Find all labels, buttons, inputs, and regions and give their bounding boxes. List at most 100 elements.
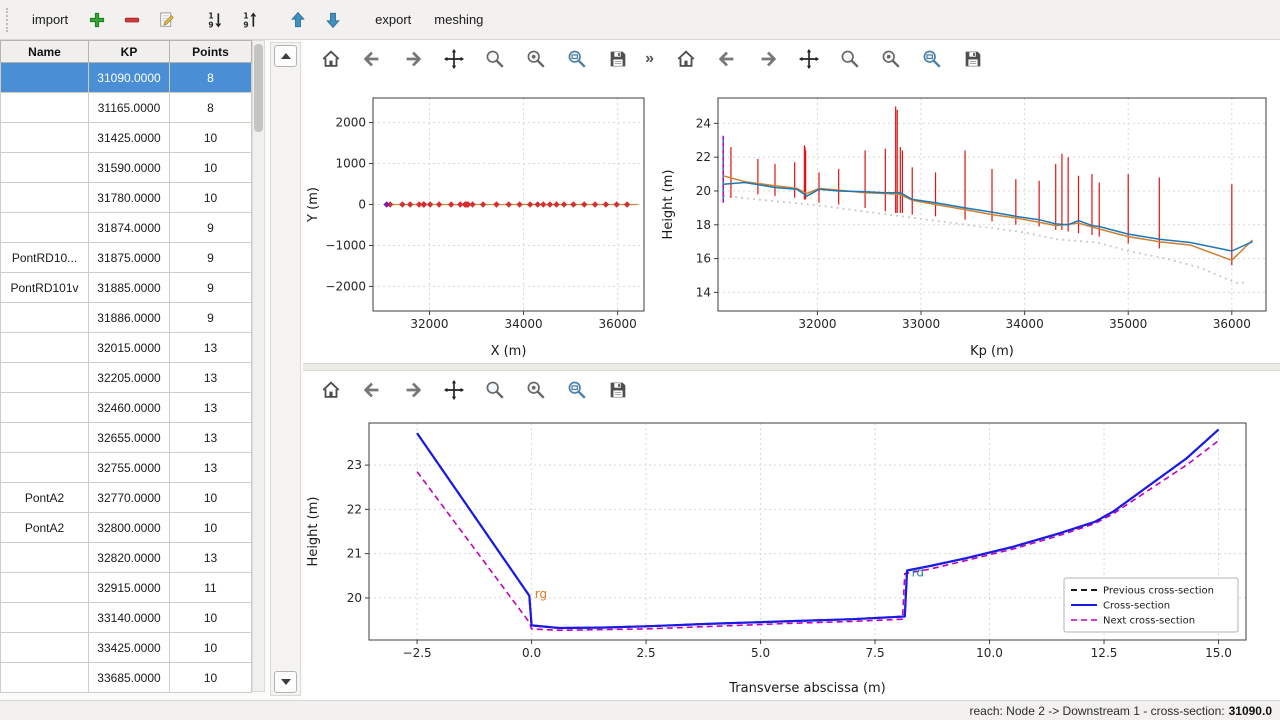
save-button[interactable] [604,376,632,404]
table-row[interactable]: 33685.000010 [1,663,252,693]
cross-section-chart[interactable]: −2.50.02.55.07.510.012.515.020212223Tran… [303,409,1280,700]
cell-points[interactable]: 13 [170,453,252,483]
forward-button[interactable] [754,45,782,73]
cell-kp[interactable]: 32820.0000 [89,543,170,573]
cell-kp[interactable]: 31425.0000 [89,123,170,153]
cell-name[interactable] [1,123,89,153]
table-row[interactable]: PontRD101v31885.00009 [1,273,252,303]
cell-kp[interactable]: 32205.0000 [89,363,170,393]
cell-points[interactable]: 10 [170,513,252,543]
sort-descending-button[interactable]: 19 [235,5,265,35]
column-header-kp[interactable]: KP [89,41,170,63]
panel-splitter[interactable] [303,363,1280,371]
scrollbar-thumb[interactable] [254,44,263,132]
cell-kp[interactable]: 32800.0000 [89,513,170,543]
add-cross-section-button[interactable] [82,5,112,35]
cell-points[interactable]: 10 [170,123,252,153]
table-row[interactable]: 32460.000013 [1,393,252,423]
table-row[interactable]: PontA232800.000010 [1,513,252,543]
cell-kp[interactable]: 33425.0000 [89,633,170,663]
table-row[interactable]: 31165.00008 [1,93,252,123]
cell-name[interactable] [1,93,89,123]
cell-kp[interactable]: 31886.0000 [89,303,170,333]
cell-points[interactable]: 10 [170,633,252,663]
cell-kp[interactable]: 33140.0000 [89,603,170,633]
cell-points[interactable]: 8 [170,63,252,93]
cell-name[interactable] [1,573,89,603]
zoom-rect-button[interactable] [481,376,509,404]
cell-kp[interactable]: 32770.0000 [89,483,170,513]
zoom-rect-button[interactable] [836,45,864,73]
cell-name[interactable]: PontA2 [1,513,89,543]
cell-points[interactable]: 13 [170,333,252,363]
cell-name[interactable] [1,153,89,183]
table-row[interactable]: 33425.000010 [1,633,252,663]
cell-name[interactable] [1,183,89,213]
scroll-up-button[interactable] [274,45,297,67]
cell-name[interactable] [1,363,89,393]
cell-points[interactable]: 10 [170,663,252,693]
zoom-fit-button[interactable] [563,376,591,404]
cell-points[interactable]: 13 [170,393,252,423]
table-row[interactable]: 32205.000013 [1,363,252,393]
cell-name[interactable] [1,633,89,663]
table-row[interactable]: 31590.000010 [1,153,252,183]
table-row[interactable]: PontRD10...31875.00009 [1,243,252,273]
cell-name[interactable] [1,63,89,93]
cell-points[interactable]: 9 [170,273,252,303]
cell-kp[interactable]: 31590.0000 [89,153,170,183]
column-header-name[interactable]: Name [1,41,89,63]
column-header-points[interactable]: Points [170,41,252,63]
cell-kp[interactable]: 31090.0000 [89,63,170,93]
cell-name[interactable] [1,213,89,243]
cell-points[interactable]: 13 [170,363,252,393]
cell-name[interactable] [1,303,89,333]
edit-cross-section-button[interactable] [152,5,182,35]
cell-name[interactable] [1,393,89,423]
cell-points[interactable]: 9 [170,243,252,273]
save-button[interactable] [604,45,632,73]
zoom-fit-button[interactable] [918,45,946,73]
cell-kp[interactable]: 31780.0000 [89,183,170,213]
cell-kp[interactable]: 31874.0000 [89,213,170,243]
back-button[interactable] [358,376,386,404]
table-row[interactable]: 32015.000013 [1,333,252,363]
cell-name[interactable] [1,453,89,483]
table-row[interactable]: 32915.000011 [1,573,252,603]
cell-name[interactable] [1,663,89,693]
home-button[interactable] [317,45,345,73]
cell-kp[interactable]: 32655.0000 [89,423,170,453]
cell-points[interactable]: 9 [170,213,252,243]
cell-points[interactable]: 11 [170,573,252,603]
cell-points[interactable]: 13 [170,543,252,573]
cell-name[interactable] [1,543,89,573]
longitudinal-profile-chart[interactable]: 3200033000340003500036000141618202224Kp … [658,78,1280,363]
table-row[interactable]: 33140.000010 [1,603,252,633]
zoom-original-button[interactable] [877,45,905,73]
save-button[interactable] [959,45,987,73]
cell-kp[interactable]: 32460.0000 [89,393,170,423]
cell-name[interactable]: PontRD101v [1,273,89,303]
cell-name[interactable]: PontRD10... [1,243,89,273]
table-row[interactable]: PontA232770.000010 [1,483,252,513]
home-button[interactable] [317,376,345,404]
table-row[interactable]: 31425.000010 [1,123,252,153]
table-row[interactable]: 32820.000013 [1,543,252,573]
meshing-menu[interactable]: meshing [425,8,492,31]
pan-button[interactable] [440,45,468,73]
cell-points[interactable]: 9 [170,303,252,333]
cell-kp[interactable]: 32015.0000 [89,333,170,363]
import-menu[interactable]: import [23,8,77,31]
cell-name[interactable] [1,603,89,633]
back-button[interactable] [358,45,386,73]
cell-points[interactable]: 10 [170,603,252,633]
cell-kp[interactable]: 33685.0000 [89,663,170,693]
table-row[interactable]: 32755.000013 [1,453,252,483]
export-menu[interactable]: export [366,8,420,31]
cell-kp[interactable]: 31885.0000 [89,273,170,303]
cell-name[interactable] [1,423,89,453]
table-row[interactable]: 32655.000013 [1,423,252,453]
back-button[interactable] [713,45,741,73]
plan-view-chart[interactable]: 320003400036000−2000−1000010002000X (m)Y… [303,78,658,363]
table-scrollbar[interactable] [252,40,265,692]
